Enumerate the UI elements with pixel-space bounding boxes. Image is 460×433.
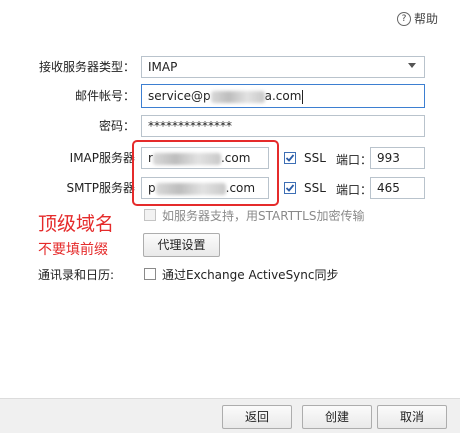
server-type-label: 接收服务器类型：	[38, 60, 135, 74]
password-field[interactable]: **************	[141, 115, 425, 137]
smtp-ssl-checkbox[interactable]	[284, 182, 296, 194]
question-circle-icon: ?	[396, 11, 411, 26]
annotation-line2: 不要填前缀	[38, 242, 108, 258]
imap-server-label: IMAP服务器	[69, 151, 135, 165]
activesync-checkbox[interactable]	[144, 268, 156, 280]
imap-port-value: 993	[377, 151, 400, 165]
server-type-select[interactable]: IMAP	[141, 56, 425, 78]
smtp-server-label: SMTP服务器	[66, 181, 135, 195]
smtp-port-label: 端口：	[336, 183, 373, 197]
activesync-label: 通过Exchange ActiveSync同步	[162, 268, 339, 282]
text-cursor	[302, 89, 304, 104]
email-field[interactable]: service@p a.com	[141, 84, 425, 108]
contacts-label: 通讯录和日历:	[38, 268, 115, 282]
server-type-value: IMAP	[148, 60, 178, 74]
email-redacted	[210, 90, 265, 103]
email-prefix: service@p	[148, 89, 211, 103]
help-link[interactable]: ? 帮助	[396, 10, 438, 27]
starttls-checkbox[interactable]	[144, 209, 156, 221]
starttls-label: 如服务器支持，用STARTTLS加密传输	[162, 209, 365, 223]
create-button[interactable]: 创建	[302, 405, 372, 429]
chevron-down-icon	[408, 63, 416, 68]
annotation-line1: 顶级域名	[38, 213, 115, 235]
imap-port-field[interactable]: 993	[370, 147, 425, 169]
password-value: **************	[148, 119, 232, 133]
imap-port-label: 端口：	[336, 153, 373, 167]
smtp-port-value: 465	[377, 181, 400, 195]
email-label: 邮件帐号：	[74, 89, 135, 103]
help-label: 帮助	[413, 12, 438, 26]
check-icon	[285, 154, 295, 162]
check-icon	[285, 184, 295, 192]
proxy-settings-button[interactable]: 代理设置	[143, 233, 220, 257]
imap-ssl-checkbox[interactable]	[284, 152, 296, 164]
email-suffix: a.com	[264, 89, 302, 103]
back-button[interactable]: 返回	[222, 405, 292, 429]
smtp-port-field[interactable]: 465	[370, 177, 425, 199]
annotation-box	[132, 140, 279, 206]
password-label: 密码：	[98, 119, 135, 133]
cancel-button[interactable]: 取消	[377, 405, 447, 429]
imap-ssl-label: SSL	[304, 151, 326, 165]
smtp-ssl-label: SSL	[304, 181, 326, 195]
